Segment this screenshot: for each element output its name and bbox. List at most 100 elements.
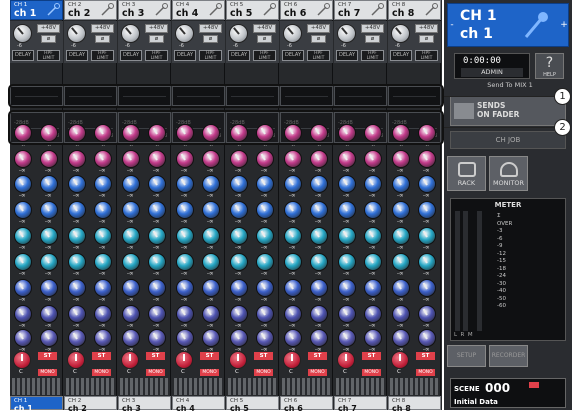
send-knob[interactable] [418,305,436,323]
st-button[interactable]: ST [146,352,165,360]
pan-knob[interactable] [67,351,85,369]
send-knob[interactable] [392,279,410,297]
send-knob[interactable] [14,253,32,271]
send-knob[interactable] [148,329,166,347]
phantom-button[interactable]: +48V [253,24,276,33]
st-button[interactable]: ST [254,352,273,360]
send-knob[interactable] [310,150,328,168]
send-knob[interactable] [230,253,248,271]
send-knob[interactable] [68,329,86,347]
phase-button[interactable]: ø [365,35,380,43]
send-knob[interactable] [364,150,382,168]
send-knob[interactable] [418,150,436,168]
channel-name-button-bottom[interactable]: CH 4 ch 4 [172,396,225,413]
send-knob[interactable] [338,227,356,245]
send-knob[interactable] [392,150,410,168]
hpf-limit-button[interactable]: HPF LIMIT [307,50,330,61]
send-knob[interactable] [310,279,328,297]
gain-knob[interactable] [283,24,302,43]
mono-button[interactable]: MONO [146,369,165,376]
send-knob[interactable] [148,253,166,271]
delay-button[interactable]: DELAY [390,50,412,61]
sends-on-fader-button[interactable]: SENDS ON FADER [450,96,566,126]
phase-button[interactable]: ø [257,35,272,43]
send-knob[interactable] [256,150,274,168]
send-knob[interactable] [256,329,274,347]
send-knob[interactable] [338,329,356,347]
send-knob[interactable] [122,305,140,323]
send-knob[interactable] [256,201,274,219]
send-knob[interactable] [40,150,58,168]
send-knob[interactable] [230,150,248,168]
gain-knob[interactable] [121,24,140,43]
send-knob[interactable] [310,175,328,193]
send-knob[interactable] [230,227,248,245]
gain-knob[interactable] [391,24,410,43]
send-knob[interactable] [230,279,248,297]
send-knob[interactable] [148,279,166,297]
send-knob[interactable] [202,175,220,193]
send-knob[interactable] [40,175,58,193]
send-knob[interactable] [176,150,194,168]
hpf-limit-button[interactable]: HPF LIMIT [91,50,114,61]
send-knob[interactable] [310,305,328,323]
send-knob[interactable] [122,150,140,168]
send-knob[interactable] [256,227,274,245]
channel-name-button[interactable]: CH 3 ch 3 [118,0,171,20]
gain-knob[interactable] [13,24,32,43]
phase-button[interactable]: ø [149,35,164,43]
send-knob[interactable] [14,150,32,168]
send-knob[interactable] [176,175,194,193]
send-knob[interactable] [148,175,166,193]
phantom-button[interactable]: +48V [415,24,438,33]
send-knob[interactable] [256,175,274,193]
hpf-limit-button[interactable]: HPF LIMIT [199,50,222,61]
send-knob[interactable] [94,329,112,347]
send-knob[interactable] [418,253,436,271]
send-knob[interactable] [14,227,32,245]
send-knob[interactable] [68,201,86,219]
send-knob[interactable] [148,201,166,219]
pan-knob[interactable] [337,351,355,369]
send-knob[interactable] [40,279,58,297]
send-knob[interactable] [122,201,140,219]
send-knob[interactable] [230,175,248,193]
send-knob[interactable] [338,305,356,323]
channel-select-display[interactable]: - CH 1 ch 1 + [447,3,569,47]
send-knob[interactable] [284,227,302,245]
phantom-button[interactable]: +48V [199,24,222,33]
delay-button[interactable]: DELAY [12,50,34,61]
send-knob[interactable] [202,329,220,347]
channel-name-button[interactable]: CH 8 ch 8 [388,0,441,20]
send-knob[interactable] [418,279,436,297]
user-button[interactable]: ADMIN [461,68,523,77]
send-knob[interactable] [338,150,356,168]
send-knob[interactable] [176,279,194,297]
send-knob[interactable] [202,150,220,168]
phase-button[interactable]: ø [419,35,434,43]
send-knob[interactable] [230,305,248,323]
send-knob[interactable] [418,201,436,219]
send-knob[interactable] [40,305,58,323]
send-knob[interactable] [94,253,112,271]
prev-channel-button[interactable]: - [448,20,456,30]
hpf-limit-button[interactable]: HPF LIMIT [145,50,168,61]
phantom-button[interactable]: +48V [37,24,60,33]
send-knob[interactable] [148,305,166,323]
recorder-button[interactable]: RECORDER [489,345,528,367]
hpf-limit-button[interactable]: HPF LIMIT [361,50,384,61]
send-knob[interactable] [418,175,436,193]
send-knob[interactable] [418,227,436,245]
send-knob[interactable] [176,329,194,347]
phantom-button[interactable]: +48V [145,24,168,33]
send-knob[interactable] [176,253,194,271]
send-knob[interactable] [68,305,86,323]
send-knob[interactable] [338,253,356,271]
send-knob[interactable] [284,175,302,193]
send-knob[interactable] [284,279,302,297]
send-knob[interactable] [14,201,32,219]
send-knob[interactable] [284,305,302,323]
mono-button[interactable]: MONO [38,369,57,376]
send-knob[interactable] [14,329,32,347]
delay-button[interactable]: DELAY [336,50,358,61]
